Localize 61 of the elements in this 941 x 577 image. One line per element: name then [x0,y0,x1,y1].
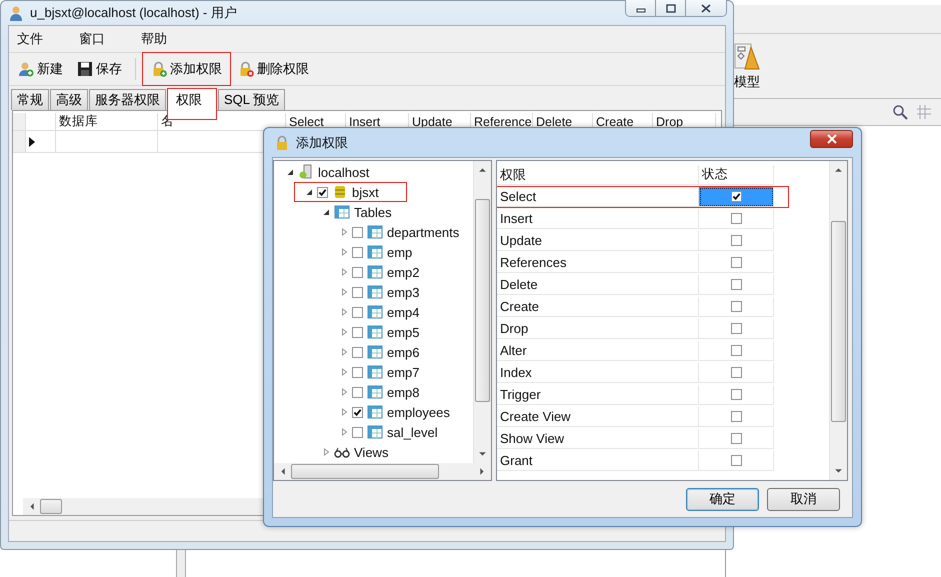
tree-item[interactable]: Tables [274,202,473,222]
table-cell: Drop [497,319,699,339]
table-cell: Alter [497,341,699,361]
tree-item[interactable]: employees [274,402,473,422]
table-cell: Grant [497,451,699,471]
tab[interactable]: 高级 [50,89,88,110]
table-cell: Create [497,297,699,317]
highlighted-tree-item[interactable]: bjsxt [294,182,407,202]
tree-item[interactable]: localhost [274,162,473,182]
table-row[interactable]: Show View [497,428,829,450]
tree-item[interactable]: sal_level [274,422,473,442]
toolbar-button[interactable]: 添加权限 [142,52,231,86]
table-cell: Index [497,363,699,383]
tree-item[interactable]: emp2 [274,262,473,282]
dialog-title: 添加权限 [296,134,348,152]
ok-button[interactable]: 确定 [686,488,759,510]
table-row[interactable]: Index [497,362,829,384]
tab[interactable]: 服务器权限 [89,89,166,110]
table-cell: Show View [497,429,699,449]
tab[interactable]: SQL 预览 [218,89,286,110]
cancel-button[interactable]: 取消 [767,488,840,510]
table-row[interactable]: Create [497,296,829,318]
tree-item[interactable]: emp3 [274,282,473,302]
table-cell: References [497,253,699,273]
table-row[interactable]: Alter [497,340,829,362]
window-title: u_bjsxt@localhost (localhost) - 用户 [30,4,237,22]
highlighted-row[interactable]: Select [497,186,789,208]
table-cell: Create View [497,407,699,427]
table-row[interactable]: Trigger [497,384,829,406]
tree-item[interactable]: departments [274,222,473,242]
table-cell: Select [497,187,699,207]
toolbar-button[interactable]: 删除权限 [231,53,316,85]
table-row[interactable]: Drop [497,318,829,340]
column-header[interactable]: 数据库 [56,113,158,131]
table-row[interactable]: Grant [497,450,829,472]
table-cell: Insert [497,209,699,229]
tree-item[interactable]: emp5 [274,322,473,342]
table-row[interactable]: Create View [497,406,829,428]
table-row[interactable]: Update [497,230,829,252]
tab[interactable]: 常规 [11,89,49,110]
menu-item[interactable]: 文件 [13,30,57,48]
tab[interactable]: 权限 [167,88,217,120]
table-cell: Delete [497,275,699,295]
column-header: 权限 [497,165,699,185]
tree-item[interactable]: Views [274,442,473,462]
tree-item[interactable]: emp8 [274,382,473,402]
table-row[interactable]: References [497,252,829,274]
table-cell: Trigger [497,385,699,405]
table-cell: Update [497,231,699,251]
tree-item[interactable]: emp6 [274,342,473,362]
toolbar-button[interactable]: 保存 [70,53,129,85]
table-row[interactable]: Delete [497,274,829,296]
menu-item[interactable]: 帮助 [137,30,181,48]
menu-item[interactable]: 窗口 [75,30,119,48]
tree-item[interactable]: emp7 [274,362,473,382]
toolbar-button[interactable]: 新建 [11,53,70,85]
table-row[interactable]: Insert [497,208,829,230]
tree-item[interactable]: emp4 [274,302,473,322]
toolbar-button[interactable]: 模型 [734,34,760,98]
column-header: 状态 [699,165,774,185]
tree-item[interactable]: emp [274,242,473,262]
